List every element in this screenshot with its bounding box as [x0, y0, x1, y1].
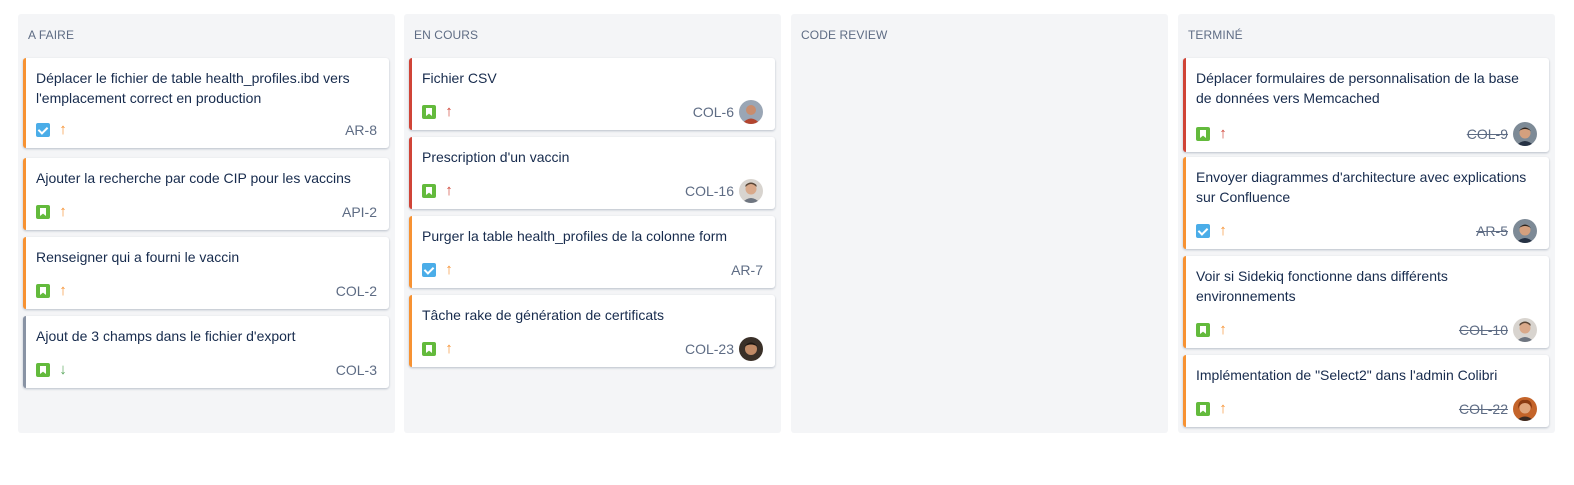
issue-key[interactable]: COL-9	[1467, 125, 1508, 143]
card-title: Déplacer formulaires de personnalisation…	[1196, 70, 1519, 106]
card-title: Prescription d'un vaccin	[422, 149, 570, 165]
priority-high-icon: ↑	[59, 121, 67, 138]
issue-card[interactable]: Voir si Sidekiq fonctionne dans différen…	[1183, 256, 1549, 348]
issue-card[interactable]: Déplacer le fichier de table health_prof…	[23, 58, 389, 148]
card-footer: ↑ API-2	[36, 201, 377, 223]
priority-highest-icon: ↑	[445, 182, 453, 199]
column-title: EN COURS	[414, 28, 479, 42]
card-title: Fichier CSV	[422, 70, 497, 86]
assignee-avatar[interactable]	[1513, 219, 1537, 243]
issue-card[interactable]: Purger la table health_profiles de la co…	[409, 216, 775, 288]
issue-key[interactable]: COL-3	[336, 361, 377, 379]
priority-low-icon: ↓	[59, 361, 67, 378]
issue-key[interactable]: API-2	[342, 203, 377, 221]
priority-high-icon: ↑	[1219, 222, 1227, 239]
column-title: A FAIRE	[28, 28, 75, 42]
issue-key[interactable]: AR-7	[731, 261, 763, 279]
task-icon	[422, 263, 436, 277]
assignee-avatar[interactable]	[739, 179, 763, 203]
column-termine: TERMINÉ Déplacer formulaires de personna…	[1178, 14, 1555, 433]
story-icon	[1196, 323, 1210, 337]
card-title: Ajout de 3 champs dans le fichier d'expo…	[36, 328, 296, 344]
column-code-review: CODE REVIEW	[791, 14, 1168, 433]
card-title: Envoyer diagrammes d'architecture avec e…	[1196, 169, 1527, 205]
issue-key[interactable]: COL-16	[685, 182, 734, 200]
story-icon	[36, 205, 50, 219]
card-footer: ↑ COL-2	[36, 280, 377, 302]
issue-card[interactable]: Renseigner qui a fourni le vaccin ↑ COL-…	[23, 237, 389, 309]
task-icon	[36, 123, 50, 137]
issue-card[interactable]: Fichier CSV ↑ COL-6	[409, 58, 775, 130]
issue-key[interactable]: COL-22	[1459, 400, 1508, 418]
card-title: Implémentation de "Select2" dans l'admin…	[1196, 367, 1498, 383]
card-title: Renseigner qui a fourni le vaccin	[36, 249, 240, 265]
priority-high-icon: ↑	[1219, 321, 1227, 338]
card-title: Purger la table health_profiles de la co…	[422, 228, 728, 244]
issue-card[interactable]: Ajout de 3 champs dans le fichier d'expo…	[23, 316, 389, 388]
task-icon	[1196, 224, 1210, 238]
assignee-avatar[interactable]	[1513, 122, 1537, 146]
priority-high-icon: ↑	[1219, 400, 1227, 417]
card-footer: ↑ COL-22	[1196, 397, 1537, 421]
column-title: CODE REVIEW	[801, 28, 888, 42]
card-title: Ajouter la recherche par code CIP pour l…	[36, 170, 351, 186]
story-icon	[36, 363, 50, 377]
priority-high-icon: ↑	[59, 203, 67, 220]
card-footer: ↑ COL-6	[422, 100, 763, 124]
issue-key[interactable]: AR-5	[1476, 222, 1508, 240]
assignee-avatar[interactable]	[739, 337, 763, 361]
priority-high-icon: ↑	[445, 261, 453, 278]
issue-key[interactable]: COL-2	[336, 282, 377, 300]
priority-high-icon: ↑	[445, 340, 453, 357]
issue-card[interactable]: Prescription d'un vaccin ↑ COL-16	[409, 137, 775, 209]
priority-highest-icon: ↑	[1219, 125, 1227, 142]
card-footer: ↑ COL-9	[1196, 122, 1537, 146]
card-title: Tâche rake de génération de certificats	[422, 307, 665, 323]
issue-card[interactable]: Ajouter la recherche par code CIP pour l…	[23, 158, 389, 230]
issue-key[interactable]: COL-23	[685, 340, 734, 358]
issue-key[interactable]: COL-6	[693, 103, 734, 121]
card-footer: ↑ AR-7	[422, 259, 763, 281]
issue-card[interactable]: Déplacer formulaires de personnalisation…	[1183, 58, 1549, 152]
story-icon	[422, 342, 436, 356]
issue-key[interactable]: COL-10	[1459, 321, 1508, 339]
card-title: Déplacer le fichier de table health_prof…	[36, 70, 350, 106]
card-footer: ↓ COL-3	[36, 359, 377, 381]
assignee-avatar[interactable]	[1513, 318, 1537, 342]
card-footer: ↑ AR-8	[36, 119, 377, 141]
story-icon	[422, 105, 436, 119]
card-title: Voir si Sidekiq fonctionne dans différen…	[1196, 268, 1448, 304]
issue-card[interactable]: Envoyer diagrammes d'architecture avec e…	[1183, 157, 1549, 249]
column-title: TERMINÉ	[1188, 28, 1243, 42]
story-icon	[1196, 402, 1210, 416]
assignee-avatar[interactable]	[1513, 397, 1537, 421]
story-icon	[422, 184, 436, 198]
card-footer: ↑ COL-10	[1196, 318, 1537, 342]
story-icon	[36, 284, 50, 298]
card-footer: ↑ COL-23	[422, 337, 763, 361]
issue-card[interactable]: Implémentation de "Select2" dans l'admin…	[1183, 355, 1549, 427]
card-footer: ↑ COL-16	[422, 179, 763, 203]
issue-key[interactable]: AR-8	[345, 121, 377, 139]
column-en-cours: EN COURS Fichier CSV ↑ COL-6 Prescriptio…	[404, 14, 781, 433]
assignee-avatar[interactable]	[739, 100, 763, 124]
card-footer: ↑ AR-5	[1196, 219, 1537, 243]
issue-card[interactable]: Tâche rake de génération de certificats …	[409, 295, 775, 367]
priority-high-icon: ↑	[59, 282, 67, 299]
priority-highest-icon: ↑	[445, 103, 453, 120]
story-icon	[1196, 127, 1210, 141]
column-a-faire: A FAIRE Déplacer le fichier de table hea…	[18, 14, 395, 433]
